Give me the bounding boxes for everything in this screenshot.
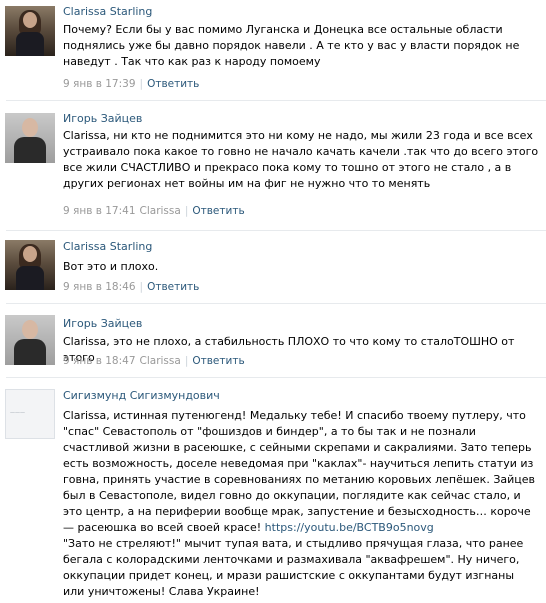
divider <box>6 100 546 101</box>
separator: | <box>184 355 189 367</box>
avatar[interactable] <box>5 6 55 56</box>
youtube-link[interactable]: https://youtu.be/BCTB9o5novg <box>265 521 434 534</box>
comment-author[interactable]: Clarissa Starling <box>63 5 152 18</box>
comment-meta: 9 янв в 17:41 Clarissa | Ответить <box>63 205 245 217</box>
reply-link[interactable]: Ответить <box>192 205 244 217</box>
comment-text: Почему? Если бы у вас помимо Луганска и … <box>63 23 520 68</box>
comment-date[interactable]: 9 янв в 18:46 <box>63 281 136 293</box>
comment-text: Clarissa, истинная путенюгенд! Медальку … <box>63 408 538 600</box>
separator: | <box>184 205 189 217</box>
comment-author[interactable]: Сигизмунд Сигизмундович <box>63 389 220 402</box>
logo-icon: ——— <box>10 410 25 416</box>
divider <box>6 377 546 378</box>
comment-date[interactable]: 9 янв в 18:47 <box>63 355 136 367</box>
comment-meta: 9 янв в 17:39 | Ответить <box>63 78 199 90</box>
comment-body-continued: "Зато не стреляют!" мычит тупая вата, и … <box>63 537 524 598</box>
avatar[interactable] <box>5 113 55 163</box>
divider <box>6 230 546 231</box>
divider <box>6 303 546 304</box>
reply-to[interactable]: Clarissa <box>140 355 181 367</box>
comment-body: Clarissa, истинная путенюгенд! Медальку … <box>63 409 536 534</box>
comment-meta: 9 янв в 18:47 Clarissa | Ответить <box>63 355 245 367</box>
comment-meta: 9 янв в 18:46 | Ответить <box>63 281 199 293</box>
avatar[interactable] <box>5 240 55 290</box>
comment-date[interactable]: 9 янв в 17:39 <box>63 78 136 90</box>
separator: | <box>139 281 144 293</box>
reply-to[interactable]: Clarissa <box>140 205 181 217</box>
comment-text: Вот это и плохо. <box>63 260 159 273</box>
avatar[interactable]: ——— <box>5 389 55 439</box>
comment-date[interactable]: 9 янв в 17:41 <box>63 205 136 217</box>
comment-author[interactable]: Clarissa Starling <box>63 240 152 253</box>
reply-link[interactable]: Ответить <box>192 355 244 367</box>
separator: | <box>139 78 144 90</box>
reply-link[interactable]: Ответить <box>147 281 199 293</box>
comment-text: Clarissa, ни кто не поднимится это ни ко… <box>63 129 539 190</box>
comment-author[interactable]: Игорь Зайцев <box>63 112 142 125</box>
avatar[interactable] <box>5 315 55 365</box>
reply-link[interactable]: Ответить <box>147 78 199 90</box>
comment-author[interactable]: Игорь Зайцев <box>63 317 142 330</box>
